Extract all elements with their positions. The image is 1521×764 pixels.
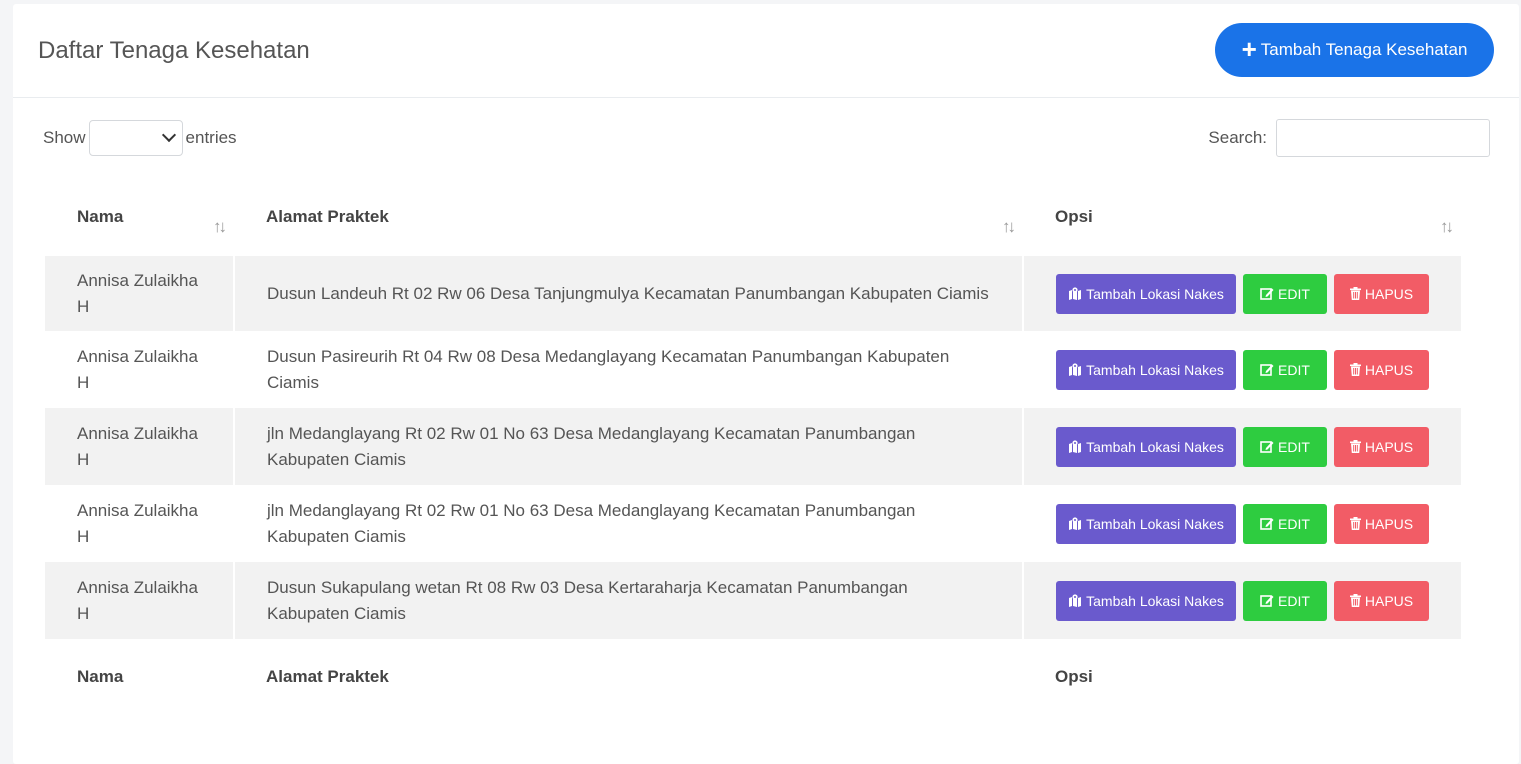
- trash-icon: [1349, 287, 1361, 300]
- cell-opsi: Tambah Lokasi Nakes EDIT HAPUS: [1023, 331, 1461, 408]
- card-header: Daftar Tenaga Kesehatan + Tambah Tenaga …: [13, 4, 1519, 98]
- cell-opsi: Tambah Lokasi Nakes EDIT HAPUS: [1023, 485, 1461, 562]
- hapus-label: HAPUS: [1364, 515, 1414, 532]
- map-marker-icon: [1068, 363, 1082, 376]
- tambah-lokasi-button[interactable]: Tambah Lokasi Nakes: [1056, 273, 1236, 314]
- edit-icon: [1260, 287, 1274, 300]
- footer-nama: Nama: [77, 667, 124, 686]
- edit-button[interactable]: EDIT: [1243, 349, 1327, 390]
- edit-button[interactable]: EDIT: [1243, 426, 1327, 467]
- table-row: Annisa Zulaikha H Dusun Sukapulang wetan…: [45, 562, 1461, 639]
- hapus-button[interactable]: HAPUS: [1334, 426, 1429, 467]
- table-row: Annisa Zulaikha H jln Medanglayang Rt 02…: [45, 408, 1461, 485]
- footer-opsi: Opsi: [1055, 667, 1093, 686]
- edit-button[interactable]: EDIT: [1243, 273, 1327, 314]
- table-row: Annisa Zulaikha H jln Medanglayang Rt 02…: [45, 485, 1461, 562]
- cell-alamat: jln Medanglayang Rt 02 Rw 01 No 63 Desa …: [234, 408, 1024, 485]
- edit-icon: [1260, 440, 1274, 453]
- edit-label: EDIT: [1278, 361, 1310, 378]
- page-title: Daftar Tenaga Kesehatan: [38, 37, 310, 64]
- hapus-label: HAPUS: [1364, 438, 1414, 455]
- cell-nama: Annisa Zulaikha H: [45, 562, 235, 639]
- edit-button[interactable]: EDIT: [1243, 503, 1327, 544]
- tambah-lokasi-label: Tambah Lokasi Nakes: [1086, 438, 1224, 455]
- column-header-opsi[interactable]: Opsi ↑↓: [1023, 185, 1461, 256]
- trash-icon: [1349, 440, 1361, 453]
- cell-alamat: Dusun Sukapulang wetan Rt 08 Rw 03 Desa …: [234, 562, 1024, 639]
- table-row: Annisa Zulaikha H Dusun Pasireurih Rt 04…: [45, 331, 1461, 408]
- add-button-label: Tambah Tenaga Kesehatan: [1260, 40, 1468, 59]
- sort-icon: ↑↓: [1440, 217, 1454, 236]
- entries-label: entries: [185, 128, 237, 147]
- cell-opsi: Tambah Lokasi Nakes EDIT HAPUS: [1023, 562, 1461, 639]
- hapus-button[interactable]: HAPUS: [1334, 349, 1429, 390]
- tambah-lokasi-label: Tambah Lokasi Nakes: [1086, 592, 1224, 609]
- cell-nama: Annisa Zulaikha H: [45, 256, 235, 331]
- trash-icon: [1349, 594, 1361, 607]
- column-header-nama[interactable]: Nama ↑↓: [45, 185, 234, 256]
- map-marker-icon: [1068, 594, 1082, 607]
- tambah-lokasi-button[interactable]: Tambah Lokasi Nakes: [1056, 349, 1236, 390]
- map-marker-icon: [1068, 517, 1082, 530]
- hapus-label: HAPUS: [1364, 285, 1414, 302]
- sort-icon: ↑↓: [1002, 217, 1016, 236]
- cell-nama: Annisa Zulaikha H: [45, 408, 235, 485]
- edit-button[interactable]: EDIT: [1243, 580, 1327, 621]
- tambah-lokasi-label: Tambah Lokasi Nakes: [1086, 515, 1224, 532]
- tambah-lokasi-label: Tambah Lokasi Nakes: [1086, 361, 1224, 378]
- search-label: Search:: [1208, 128, 1267, 147]
- edit-icon: [1260, 363, 1274, 376]
- trash-icon: [1349, 363, 1361, 376]
- show-entries-control: Show entries: [43, 120, 237, 156]
- hapus-label: HAPUS: [1364, 592, 1414, 609]
- hapus-button[interactable]: HAPUS: [1334, 503, 1429, 544]
- cell-nama: Annisa Zulaikha H: [45, 485, 235, 562]
- plus-icon: +: [1241, 34, 1257, 64]
- tambah-lokasi-button[interactable]: Tambah Lokasi Nakes: [1056, 503, 1236, 544]
- tenaga-kesehatan-table: Nama ↑↓ Alamat Praktek ↑↓ Opsi ↑↓ Annisa…: [45, 185, 1461, 705]
- edit-label: EDIT: [1278, 592, 1310, 609]
- cell-opsi: Tambah Lokasi Nakes EDIT HAPUS: [1023, 256, 1461, 331]
- column-header-alamat[interactable]: Alamat Praktek ↑↓: [234, 185, 1023, 256]
- cell-alamat: jln Medanglayang Rt 02 Rw 01 No 63 Desa …: [234, 485, 1024, 562]
- cell-opsi: Tambah Lokasi Nakes EDIT HAPUS: [1023, 408, 1461, 485]
- edit-icon: [1260, 594, 1274, 607]
- show-label: Show: [43, 128, 86, 147]
- add-tenaga-kesehatan-button[interactable]: + Tambah Tenaga Kesehatan: [1215, 23, 1494, 77]
- cell-alamat: Dusun Pasireurih Rt 04 Rw 08 Desa Medang…: [234, 331, 1024, 408]
- edit-label: EDIT: [1278, 438, 1310, 455]
- cell-nama: Annisa Zulaikha H: [45, 331, 235, 408]
- hapus-button[interactable]: HAPUS: [1334, 580, 1429, 621]
- table-row: Annisa Zulaikha H Dusun Landeuh Rt 02 Rw…: [45, 256, 1461, 331]
- edit-label: EDIT: [1278, 285, 1310, 302]
- edit-label: EDIT: [1278, 515, 1310, 532]
- tambah-lokasi-label: Tambah Lokasi Nakes: [1086, 285, 1224, 302]
- search-input[interactable]: [1276, 119, 1490, 157]
- map-marker-icon: [1068, 440, 1082, 453]
- hapus-button[interactable]: HAPUS: [1334, 273, 1429, 314]
- cell-alamat: Dusun Landeuh Rt 02 Rw 06 Desa Tanjungmu…: [234, 256, 1024, 331]
- chevron-down-icon: [161, 127, 176, 143]
- map-marker-icon: [1068, 287, 1082, 300]
- tambah-lokasi-button[interactable]: Tambah Lokasi Nakes: [1056, 426, 1236, 467]
- edit-icon: [1260, 517, 1274, 530]
- tambah-lokasi-button[interactable]: Tambah Lokasi Nakes: [1056, 580, 1236, 621]
- trash-icon: [1349, 517, 1361, 530]
- entries-select[interactable]: [88, 120, 183, 156]
- footer-alamat: Alamat Praktek: [266, 667, 389, 686]
- sort-icon: ↑↓: [213, 217, 227, 236]
- search-control: Search:: [1208, 119, 1490, 157]
- hapus-label: HAPUS: [1364, 361, 1414, 378]
